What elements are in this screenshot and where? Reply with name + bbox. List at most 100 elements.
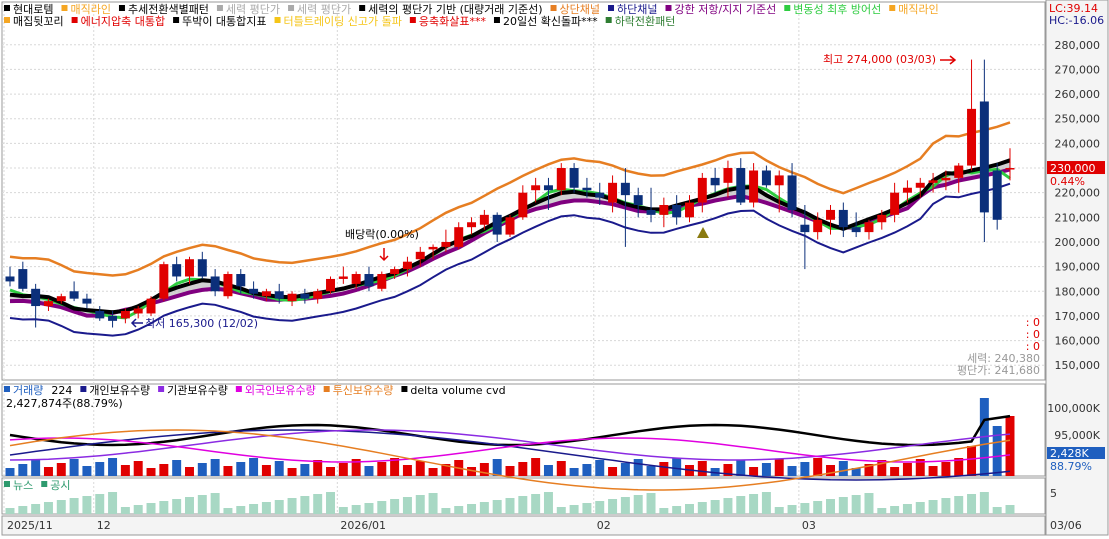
- date-tick-label: 02: [597, 519, 611, 532]
- volume-legend-item: 거래량: [13, 384, 43, 397]
- candle-body: [338, 276, 348, 279]
- news-bar: [608, 499, 618, 514]
- news-bar: [159, 501, 169, 514]
- news-bar: [364, 503, 374, 514]
- candle-body: [146, 298, 156, 314]
- date-tick-label: 03: [802, 519, 816, 532]
- legend-row1-swatch: [784, 5, 791, 11]
- legend-row1-swatch: [288, 5, 295, 11]
- volume-bar: [967, 446, 977, 476]
- legend-row1-item: 하단채널: [617, 2, 657, 16]
- price-tick-label: 220,000: [1055, 187, 1101, 200]
- candle-body: [441, 241, 451, 247]
- volume-legend-item: 외국인보유수량: [245, 384, 316, 397]
- volume-bar: [697, 461, 707, 476]
- volume-bar: [1005, 416, 1015, 476]
- volume-bar: [108, 458, 118, 476]
- news-bar: [890, 506, 900, 514]
- candle-body: [82, 298, 92, 304]
- news-bar: [826, 499, 835, 514]
- stock-chart: 150,000 160,000 170,000 180,000 190,000 200,0…: [0, 0, 1109, 536]
- volume-bar: [415, 461, 425, 476]
- candle-body: [287, 293, 297, 302]
- volume-bar: [274, 461, 284, 476]
- candle-body: [646, 209, 656, 215]
- legend-row1-item: 매직라인: [898, 3, 938, 16]
- volume-bar: [518, 462, 528, 476]
- candle-body: [543, 185, 553, 191]
- news-bar: [402, 497, 412, 514]
- news-bar: [582, 503, 592, 514]
- legend-row2-swatch: [4, 17, 10, 23]
- volume-bar: [902, 463, 912, 476]
- price-tick-label: 180,000: [1055, 285, 1101, 298]
- price-tick-label: 150,000: [1055, 359, 1101, 372]
- news-bar: [82, 496, 92, 514]
- volume-bar: [800, 462, 810, 476]
- news-bar: [428, 493, 438, 514]
- candle-body: [69, 291, 79, 299]
- volume-bar: [774, 459, 784, 476]
- news-bar: [492, 500, 502, 514]
- candle-body: [364, 274, 374, 287]
- candle-body: [761, 170, 771, 186]
- news-bar: [300, 496, 310, 514]
- news-bar: [390, 499, 400, 514]
- date-tick-label: 2026/01: [340, 519, 386, 532]
- volume-bar: [31, 460, 41, 476]
- price-tick-label: 240,000: [1055, 137, 1101, 150]
- news-bar: [556, 507, 566, 514]
- volume-bar: [18, 464, 28, 476]
- news-legend-swatch: [4, 481, 10, 487]
- volume-bar: [890, 467, 900, 476]
- news-bar: [18, 506, 28, 514]
- volume-bar: [197, 463, 207, 476]
- volume-bar: [364, 466, 374, 476]
- news-bar: [172, 499, 182, 514]
- volume-bar: [672, 458, 682, 476]
- current-price-change: 0.44%: [1050, 175, 1085, 188]
- volume-bar: [95, 462, 105, 476]
- news-bar: [543, 492, 553, 514]
- candle-body: [915, 182, 925, 188]
- candle-body: [710, 177, 720, 186]
- news-bar: [800, 503, 810, 514]
- volume-bar: [505, 466, 515, 476]
- volume-bar: [787, 466, 797, 476]
- candle-body: [95, 310, 105, 319]
- candle-body: [5, 276, 15, 282]
- news-bar: [108, 492, 118, 514]
- news-legend-item: 뉴스: [13, 479, 33, 492]
- candle-body: [941, 177, 951, 181]
- legend-row2-item: 터틀트레이딩 신고가 돌파: [284, 15, 402, 28]
- candle-body: [43, 301, 53, 307]
- news-bar: [595, 501, 605, 514]
- candle-body: [659, 205, 669, 215]
- candle-body: [620, 182, 630, 196]
- price-tick-label: 170,000: [1055, 310, 1101, 323]
- legend-row1-item: 변동성 최후 방어선: [793, 3, 881, 16]
- news-bar: [133, 505, 143, 514]
- news-bar: [31, 504, 41, 514]
- volume-bar: [69, 459, 79, 476]
- price-tick-label: 190,000: [1055, 261, 1101, 274]
- legend-row1-swatch: [118, 5, 125, 11]
- candle-body: [454, 227, 464, 247]
- legend-row2-swatch: [605, 17, 612, 23]
- candle-body: [197, 259, 207, 277]
- candle-body: [851, 227, 861, 233]
- volume-bar: [749, 467, 759, 476]
- news-bar: [518, 496, 528, 514]
- volume-bar: [172, 460, 182, 476]
- candle-body: [774, 175, 784, 186]
- legend-row2-item: 매집뒷꼬리: [13, 15, 64, 28]
- volume-bar: [236, 462, 246, 476]
- candle-body: [877, 214, 887, 223]
- candle-body: [723, 168, 733, 183]
- volume-bar: [582, 464, 592, 476]
- news-bar: [672, 506, 682, 514]
- news-bar: [223, 508, 233, 514]
- candle-body: [377, 274, 387, 289]
- candle-body: [864, 222, 874, 233]
- candle-body: [172, 264, 182, 277]
